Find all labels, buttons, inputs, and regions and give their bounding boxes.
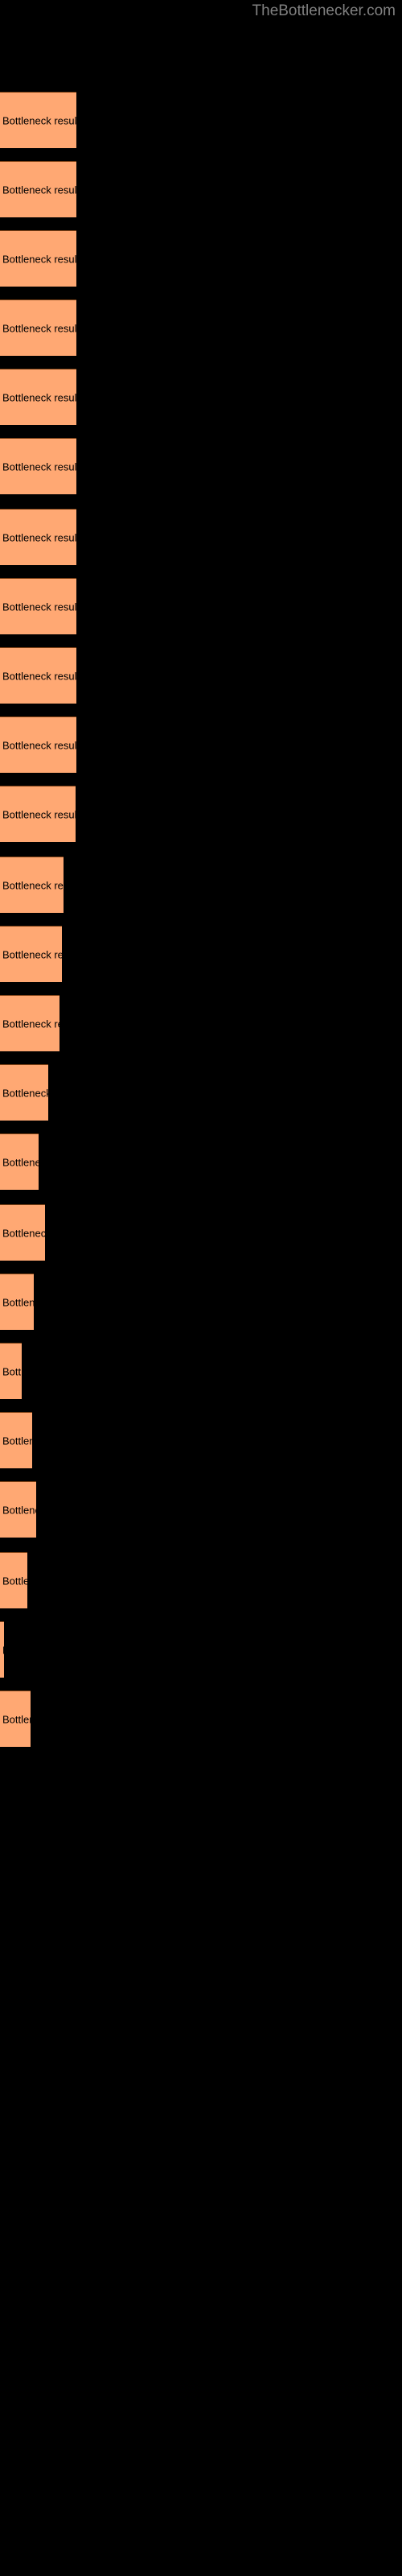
bar-row: Bottleneck result	[0, 1690, 402, 1747]
bar-label: Bottleneck result	[2, 1227, 45, 1239]
bottleneck-result-bar[interactable]: Bottleneck result	[0, 1133, 39, 1190]
bottleneck-result-bar[interactable]: Bottleneck result	[0, 299, 76, 356]
bar-label: Bottleneck result	[2, 1644, 4, 1656]
bottleneck-result-bar[interactable]: Bottleneck result	[0, 995, 59, 1051]
bar-row: Bottleneck result	[0, 230, 402, 287]
bar-label: Bottleneck result	[2, 1018, 59, 1030]
bar-label: Bottleneck result	[2, 114, 76, 126]
bar-label: Bottleneck result	[2, 1435, 32, 1447]
bar-label: Bottleneck result	[2, 670, 76, 682]
bar-row: Bottleneck result	[0, 1204, 402, 1261]
bar-row: Bottleneck result	[0, 1343, 402, 1399]
bar-row: Bottleneck result	[0, 857, 402, 913]
bar-row: Bottleneck result	[0, 92, 402, 148]
bar-label: Bottleneck result	[2, 879, 64, 891]
bar-row: Bottleneck result	[0, 438, 402, 494]
bar-row: Bottleneck result	[0, 1412, 402, 1468]
bar-row: Bottleneck result	[0, 1274, 402, 1330]
bottleneck-result-bar[interactable]: Bottleneck result	[0, 369, 76, 425]
bar-label: Bottleneck result	[2, 1713, 31, 1725]
bar-row: Bottleneck result	[0, 1133, 402, 1190]
bottleneck-result-bar[interactable]: Bottleneck result	[0, 1343, 22, 1399]
bottleneck-result-bar[interactable]: Bottleneck result	[0, 438, 76, 494]
bar-row: Bottleneck result	[0, 647, 402, 704]
bar-label: Bottleneck result	[2, 1087, 48, 1099]
bar-row: Bottleneck result	[0, 995, 402, 1051]
bar-row: Bottleneck result	[0, 1064, 402, 1121]
bottleneck-result-bar[interactable]: Bottleneck result	[0, 857, 64, 913]
bar-label: Bottleneck result	[2, 1296, 34, 1308]
bar-label: Bottleneck result	[2, 460, 76, 473]
bottleneck-result-bar[interactable]: Bottleneck result	[0, 926, 62, 982]
bottleneck-result-bar[interactable]: Bottleneck result	[0, 1064, 48, 1121]
bottleneck-result-bar[interactable]: Bottleneck result	[0, 1552, 27, 1608]
bar-row: Bottleneck result	[0, 716, 402, 773]
bar-label: Bottleneck result	[2, 1504, 36, 1516]
bottleneck-result-bar[interactable]: Bottleneck result	[0, 1412, 32, 1468]
bar-label: Bottleneck result	[2, 739, 76, 751]
bottleneck-bar-chart: Bottleneck result Bottleneck result Bottle…	[0, 0, 402, 2576]
bar-label: Bottleneck result	[2, 601, 76, 613]
bar-label: Bottleneck result	[2, 391, 76, 403]
bar-row: Bottleneck result	[0, 578, 402, 634]
bar-row: Bottleneck result	[0, 786, 402, 842]
bar-label: Bottleneck result	[2, 1365, 22, 1377]
bottleneck-result-bar[interactable]: Bottleneck result	[0, 1690, 31, 1747]
bottleneck-result-bar[interactable]: Bottleneck result	[0, 1621, 4, 1678]
bottleneck-result-bar[interactable]: Bottleneck result	[0, 716, 76, 773]
bar-row: Bottleneck result	[0, 926, 402, 982]
bar-label: Bottleneck result	[2, 253, 76, 265]
bottleneck-result-bar[interactable]: Bottleneck result	[0, 786, 76, 842]
bottleneck-result-bar[interactable]: Bottleneck result	[0, 578, 76, 634]
bar-label: Bottleneck result	[2, 184, 76, 196]
bar-label: Bottleneck result	[2, 531, 76, 543]
bar-label: Bottleneck result	[2, 322, 76, 334]
bar-label: Bottleneck result	[2, 1575, 27, 1587]
bar-row: Bottleneck result	[0, 1552, 402, 1608]
bottleneck-result-bar[interactable]: Bottleneck result	[0, 509, 76, 565]
bar-row: Bottleneck result	[0, 1481, 402, 1538]
bottleneck-result-bar[interactable]: Bottleneck result	[0, 230, 76, 287]
bottleneck-result-bar[interactable]: Bottleneck result	[0, 92, 76, 148]
bar-label: Bottleneck result	[2, 948, 62, 960]
bar-label: Bottleneck result	[2, 808, 76, 820]
bar-row: Bottleneck result	[0, 369, 402, 425]
bottleneck-result-bar[interactable]: Bottleneck result	[0, 1274, 34, 1330]
bar-row: Bottleneck result	[0, 161, 402, 217]
bottleneck-result-bar[interactable]: Bottleneck result	[0, 647, 76, 704]
bar-label: Bottleneck result	[2, 1156, 39, 1168]
bar-row: Bottleneck result	[0, 299, 402, 356]
bottleneck-result-bar[interactable]: Bottleneck result	[0, 1204, 45, 1261]
bottleneck-result-bar[interactable]: Bottleneck result	[0, 161, 76, 217]
bar-row: Bottleneck result	[0, 1621, 402, 1678]
bottleneck-result-bar[interactable]: Bottleneck result	[0, 1481, 36, 1538]
bar-row: Bottleneck result	[0, 509, 402, 565]
